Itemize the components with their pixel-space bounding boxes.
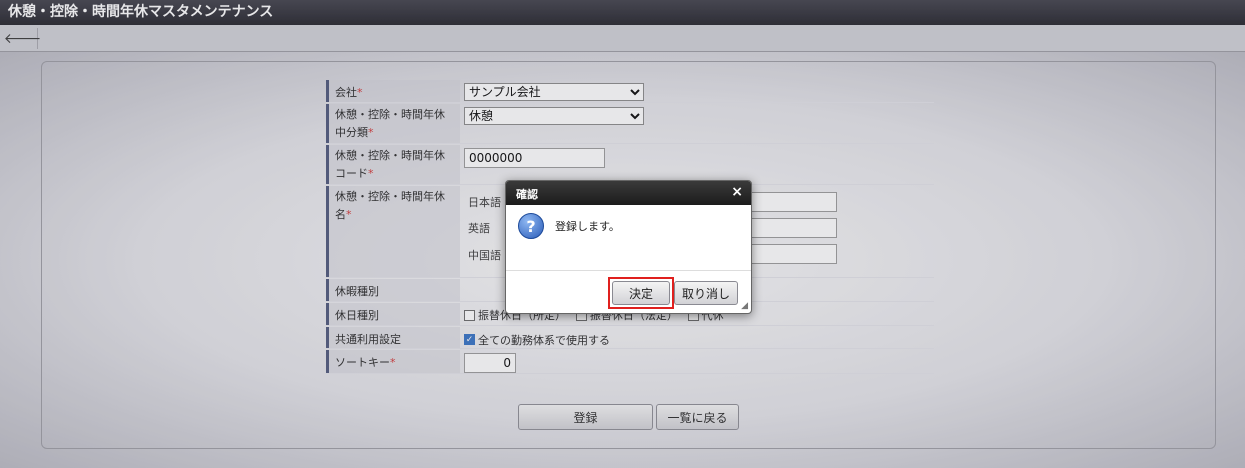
confirm-dialog: 確認 × ? 登録します。 決定 取り消し ◢	[505, 180, 752, 314]
cancel-button[interactable]: 取り消し	[674, 281, 738, 305]
dialog-body: ? 登録します。	[506, 205, 751, 271]
ok-button[interactable]: 決定	[612, 281, 670, 305]
close-icon[interactable]: ×	[731, 184, 743, 200]
dialog-title: 確認	[516, 188, 538, 201]
resize-handle-icon[interactable]: ◢	[741, 301, 748, 311]
question-icon: ?	[518, 213, 544, 239]
dialog-header: 確認 ×	[506, 181, 751, 205]
dialog-message: 登録します。	[555, 220, 620, 233]
